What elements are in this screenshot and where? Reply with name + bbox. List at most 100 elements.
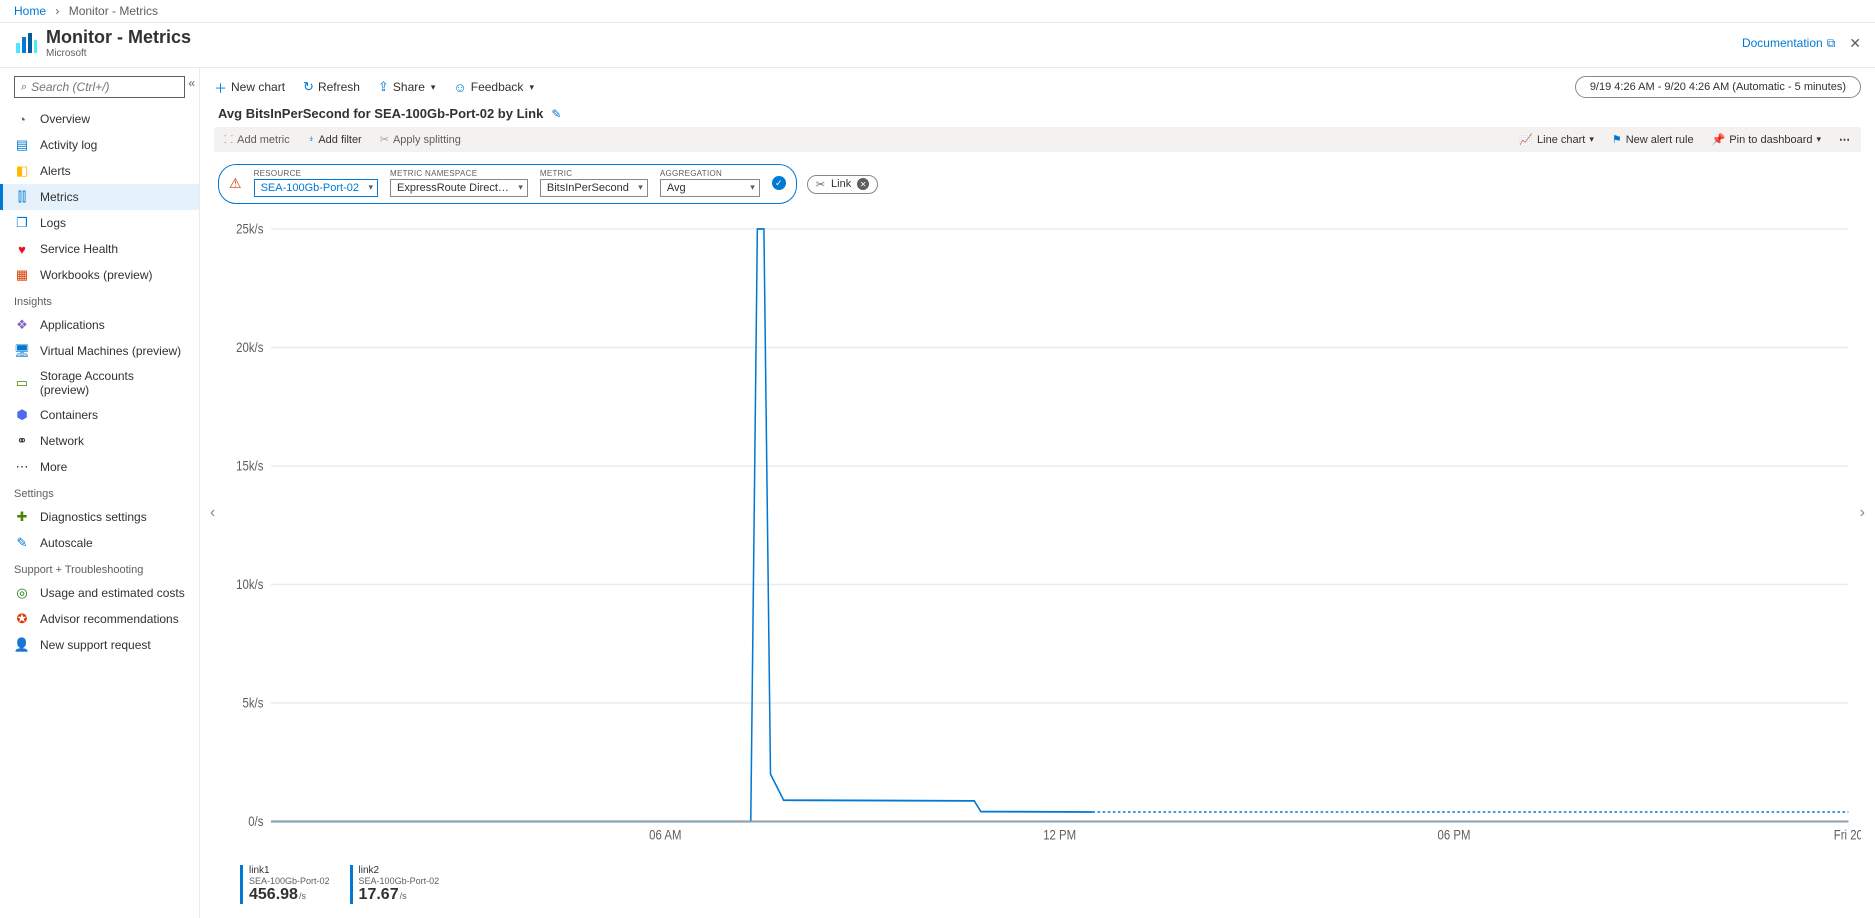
nav-icon: ⚭ — [14, 433, 30, 449]
chart-type-dropdown[interactable]: 📈Line chart▾ — [1519, 133, 1594, 146]
sidebar-item-alerts[interactable]: ◧Alerts — [0, 158, 199, 184]
svg-text:15k/s: 15k/s — [236, 459, 263, 474]
insights-group-label: Insights — [0, 288, 199, 312]
scatter-icon: ⸬ — [224, 132, 233, 147]
page-title: Monitor - Metrics — [46, 27, 191, 48]
tag-icon: ✂ — [816, 178, 825, 191]
search-input[interactable] — [31, 80, 188, 94]
more-icon[interactable]: ⋯ — [1839, 133, 1851, 146]
support-group-label: Support + Troubleshooting — [0, 556, 199, 580]
sidebar-item-service-health[interactable]: ♥Service Health — [0, 236, 199, 262]
sidebar-item-virtual-machines-preview-[interactable]: 🖥Virtual Machines (preview) — [0, 338, 199, 364]
nav-icon: ✎ — [14, 535, 30, 551]
svg-text:Fri 20: Fri 20 — [1834, 828, 1861, 843]
refresh-button[interactable]: ↻Refresh — [303, 79, 360, 95]
pin-icon: 📌 — [1712, 133, 1726, 146]
chevron-down-icon: ▾ — [1589, 134, 1594, 145]
sidebar-item-advisor-recommendations[interactable]: ✪Advisor recommendations — [0, 606, 199, 632]
chevron-down-icon: ▾ — [1816, 134, 1821, 145]
nav-icon: ♥ — [14, 241, 30, 257]
apply-splitting-button[interactable]: ✂Apply splitting — [380, 133, 461, 146]
sidebar-item-workbooks-preview-[interactable]: ▦Workbooks (preview) — [0, 262, 199, 288]
sidebar-item-metrics[interactable]: ⫿⫿Metrics — [0, 184, 199, 210]
share-icon: ⇪ — [378, 79, 389, 95]
chart-title: Avg BitsInPerSecond for SEA-100Gb-Port-0… — [218, 106, 543, 121]
time-range-picker[interactable]: 9/19 4:26 AM - 9/20 4:26 AM (Automatic -… — [1575, 76, 1861, 98]
breadcrumb: Home › Monitor - Metrics — [0, 0, 1875, 23]
breadcrumb-home[interactable]: Home — [14, 4, 46, 18]
svg-text:5k/s: 5k/s — [243, 696, 264, 711]
sidebar-item-diagnostics-settings[interactable]: ✚Diagnostics settings — [0, 504, 199, 530]
new-chart-button[interactable]: ＋New chart — [214, 78, 285, 97]
remove-tag-icon[interactable]: ✕ — [857, 178, 869, 190]
sidebar-item-applications[interactable]: ❖Applications — [0, 312, 199, 338]
legend-item[interactable]: link2SEA-100Gb-Port-0217.67/s — [350, 865, 440, 904]
aggregation-dropdown[interactable]: Avg — [660, 179, 760, 197]
svg-text:20k/s: 20k/s — [236, 340, 263, 355]
chart-next-icon[interactable]: › — [1860, 504, 1865, 522]
sidebar-item-more[interactable]: ⋯More — [0, 454, 199, 480]
nav-icon: ▤ — [14, 137, 30, 153]
main-content: ＋New chart ↻Refresh ⇪Share▾ ☺Feedback▾ 9… — [200, 68, 1875, 918]
sidebar-item-autoscale[interactable]: ✎Autoscale — [0, 530, 199, 556]
svg-text:10k/s: 10k/s — [236, 577, 263, 592]
chart-legend: link1SEA-100Gb-Port-02456.98/s link2SEA-1… — [200, 859, 1875, 918]
smiley-icon: ☺ — [453, 80, 466, 95]
warning-icon: ⚠ — [229, 175, 242, 192]
new-alert-button[interactable]: ⚑New alert rule — [1612, 133, 1694, 146]
svg-text:0/s: 0/s — [248, 814, 263, 829]
nav-icon: ◧ — [14, 163, 30, 179]
resource-dropdown[interactable]: SEA-100Gb-Port-02 — [254, 179, 378, 197]
svg-text:06 PM: 06 PM — [1438, 828, 1471, 843]
close-icon[interactable]: ✕ — [1849, 35, 1861, 52]
nav-icon: ❖ — [14, 317, 30, 333]
collapse-sidebar-icon[interactable]: « — [188, 76, 195, 90]
filter-icon: ⍖ — [308, 133, 315, 146]
line-chart-icon: 📈 — [1519, 133, 1533, 146]
share-button[interactable]: ⇪Share▾ — [378, 79, 435, 95]
nav-icon: ◎ — [14, 585, 30, 601]
feedback-button[interactable]: ☺Feedback▾ — [453, 80, 534, 95]
nav-icon: ◔ — [14, 111, 30, 127]
plus-icon: ＋ — [214, 78, 227, 97]
settings-group-label: Settings — [0, 480, 199, 504]
page-header: Monitor - Metrics Microsoft Documentatio… — [0, 23, 1875, 68]
sidebar-item-overview[interactable]: ◔Overview — [0, 106, 199, 132]
nav-icon: ❐ — [14, 215, 30, 231]
nav-icon: ▭ — [14, 375, 30, 391]
sidebar-search[interactable]: ⌕ — [14, 76, 185, 98]
sidebar-item-usage-and-estimated-costs[interactable]: ◎Usage and estimated costs — [0, 580, 199, 606]
sidebar-item-new-support-request[interactable]: 👤New support request — [0, 632, 199, 658]
sidebar-item-network[interactable]: ⚭Network — [0, 428, 199, 454]
chart-prev-icon[interactable]: ‹ — [210, 504, 215, 522]
monitor-icon — [14, 31, 38, 55]
nav-icon: ▦ — [14, 267, 30, 283]
chart-subtoolbar: ⸬Add metric ⍖Add filter ✂Apply splitting… — [214, 127, 1861, 152]
split-icon: ✂ — [380, 133, 389, 146]
split-tag[interactable]: ✂ Link ✕ — [807, 175, 878, 194]
metrics-chart: 0/s5k/s10k/s15k/s20k/s25k/s06 AM12 PM06 … — [214, 214, 1861, 859]
nav-icon: ⋯ — [14, 459, 30, 475]
metric-picker: ⚠ RESOURCESEA-100Gb-Port-02 METRIC NAMES… — [218, 164, 797, 204]
svg-text:25k/s: 25k/s — [236, 222, 263, 237]
main-toolbar: ＋New chart ↻Refresh ⇪Share▾ ☺Feedback▾ 9… — [200, 68, 1875, 106]
sidebar-item-containers[interactable]: ⬢Containers — [0, 402, 199, 428]
svg-text:12 PM: 12 PM — [1043, 828, 1076, 843]
sidebar-item-storage-accounts-preview-[interactable]: ▭Storage Accounts (preview) — [0, 364, 199, 402]
sidebar-item-activity-log[interactable]: ▤Activity log — [0, 132, 199, 158]
edit-title-icon[interactable]: ✎ — [551, 107, 561, 121]
documentation-link[interactable]: Documentation ⧉ — [1742, 36, 1835, 51]
nav-icon: ⬢ — [14, 407, 30, 423]
add-metric-button[interactable]: ⸬Add metric — [224, 132, 290, 147]
sidebar-item-logs[interactable]: ❐Logs — [0, 210, 199, 236]
nav-icon: ✚ — [14, 509, 30, 525]
chevron-down-icon: ▾ — [431, 82, 436, 93]
metric-dropdown[interactable]: BitsInPerSecond — [540, 179, 648, 197]
search-icon: ⌕ — [21, 81, 27, 94]
legend-item[interactable]: link1SEA-100Gb-Port-02456.98/s — [240, 865, 330, 904]
nav-icon: ⫿⫿ — [14, 189, 30, 205]
add-filter-button[interactable]: ⍖Add filter — [308, 133, 362, 146]
namespace-dropdown[interactable]: ExpressRoute Direct… — [390, 179, 528, 197]
nav-icon: 🖥 — [14, 343, 30, 359]
pin-dashboard-button[interactable]: 📌Pin to dashboard▾ — [1712, 133, 1821, 146]
